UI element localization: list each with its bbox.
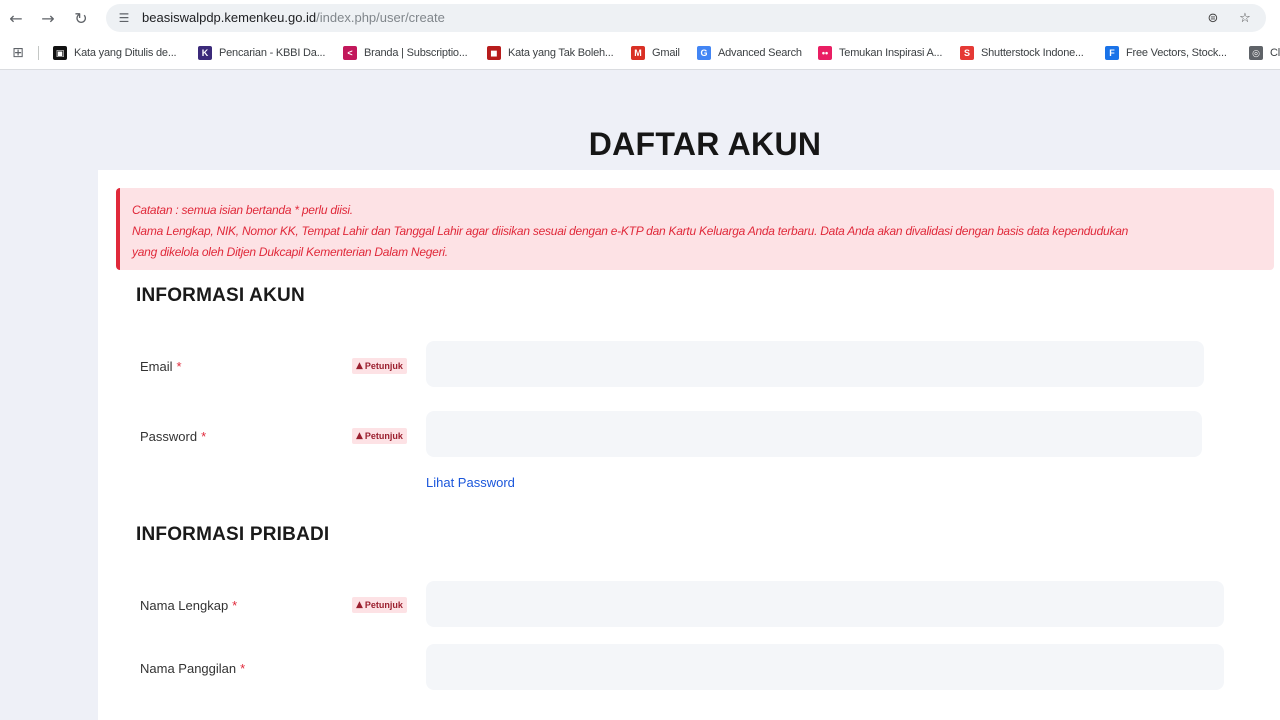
alert-line-2: Nama Lengkap, NIK, Nomor KK, Tempat Lahi… [132, 224, 1129, 238]
bookmark-item[interactable]: S Shutterstock Indone... [960, 45, 1084, 61]
bookmark-label: Kata yang Tak Boleh... [508, 47, 614, 59]
hint-label: Petunjuk [364, 600, 403, 610]
bookmark-favicon-icon: ◼ [487, 46, 501, 60]
show-password-link[interactable]: Lihat Password [426, 475, 515, 490]
bookmark-item[interactable]: ◎ Cl [1249, 45, 1280, 61]
hint-label: Petunjuk [364, 361, 403, 371]
bookmarks-divider [38, 46, 39, 60]
browser-toolbar: ← → ↻ ☰ beasiswalpdp.kemenkeu.go.id/inde… [0, 0, 1280, 36]
site-settings-icon[interactable]: ☰ [116, 10, 132, 26]
required-mark: * [240, 661, 246, 676]
full-name-hint-badge[interactable]: ▲ Petunjuk [352, 597, 407, 613]
bookmark-item[interactable]: K Pencarian - KBBI Da... [198, 45, 325, 61]
bookmark-favicon-icon: G [697, 46, 711, 60]
bookmark-favicon-icon: F [1105, 46, 1119, 60]
section-title-account: INFORMASI AKUN [136, 285, 305, 306]
bookmark-label: Shutterstock Indone... [981, 47, 1084, 59]
bookmark-label: Temukan Inspirasi A... [839, 47, 943, 59]
bookmark-item[interactable]: G Advanced Search [697, 45, 802, 61]
required-mark: * [201, 429, 207, 444]
bookmark-label: Free Vectors, Stock... [1126, 47, 1227, 59]
password-input[interactable] [426, 411, 1202, 457]
hint-label: Petunjuk [364, 431, 403, 441]
required-mark: * [232, 598, 238, 613]
bookmark-favicon-icon: K [198, 46, 212, 60]
bookmark-label: Cl [1270, 47, 1280, 59]
full-name-label: Nama Lengkap * [140, 598, 237, 613]
bookmark-label: Pencarian - KBBI Da... [219, 47, 326, 59]
password-hint-badge[interactable]: ▲ Petunjuk [352, 428, 407, 444]
reload-icon[interactable]: ↻ [71, 8, 91, 28]
bookmark-label: Kata yang Ditulis de... [74, 47, 177, 59]
alert-line-1: Catatan : semua isian bertanda * perlu d… [132, 203, 353, 217]
bookmark-favicon-icon: ◎ [1249, 46, 1263, 60]
nickname-label-text: Nama Panggilan [140, 661, 237, 676]
bookmark-favicon-icon: ▣ [53, 46, 67, 60]
back-arrow-icon[interactable]: ← [6, 8, 26, 28]
url-host: beasiswalpdp.kemenkeu.go.id [142, 10, 317, 25]
required-mark: * [176, 359, 182, 374]
email-label: Email * [140, 359, 182, 374]
bookmark-favicon-icon: M [631, 46, 645, 60]
bookmark-item[interactable]: ◼ Kata yang Tak Boleh... [487, 45, 614, 61]
email-hint-badge[interactable]: ▲ Petunjuk [352, 358, 407, 374]
warning-icon: ▲ [356, 600, 363, 610]
notice-alert: Catatan : semua isian bertanda * perlu d… [116, 188, 1274, 270]
forward-arrow-icon[interactable]: → [38, 8, 58, 28]
page-title: DAFTAR AKUN [588, 126, 822, 162]
nickname-input[interactable] [426, 644, 1224, 690]
full-name-input[interactable] [426, 581, 1224, 627]
password-label-text: Password [140, 429, 198, 444]
password-label: Password * [140, 429, 206, 444]
bookmark-label: Advanced Search [718, 47, 802, 59]
url-text[interactable]: beasiswalpdp.kemenkeu.go.id/index.php/us… [142, 10, 445, 25]
bookmark-item[interactable]: M Gmail [631, 45, 680, 61]
alert-line-3: yang dikelola oleh Ditjen Dukcapil Kemen… [132, 245, 448, 259]
apps-grid-icon[interactable]: ⊞ [10, 45, 26, 61]
warning-icon: ▲ [356, 431, 363, 441]
email-input[interactable] [426, 341, 1204, 387]
translate-icon[interactable]: ⊜ [1204, 9, 1222, 27]
address-bar[interactable]: ☰ beasiswalpdp.kemenkeu.go.id/index.php/… [106, 4, 1266, 32]
url-path: /index.php/user/create [316, 10, 445, 25]
warning-icon: ▲ [356, 361, 363, 371]
bookmark-item[interactable]: < Branda | Subscriptio... [343, 45, 468, 61]
section-title-personal: INFORMASI PRIBADI [136, 524, 330, 545]
bookmark-label: Gmail [652, 47, 680, 59]
bookmark-item[interactable]: F Free Vectors, Stock... [1105, 45, 1227, 61]
full-name-label-text: Nama Lengkap [140, 598, 229, 613]
bookmark-item[interactable]: ▣ Kata yang Ditulis de... [53, 45, 177, 61]
bookmark-star-icon[interactable]: ☆ [1236, 9, 1254, 27]
bookmark-favicon-icon: < [343, 46, 357, 60]
nickname-label: Nama Panggilan * [140, 661, 245, 676]
bookmark-favicon-icon: S [960, 46, 974, 60]
bookmarks-bar: ⊞ ▣ Kata yang Ditulis de... K Pencarian - K… [0, 36, 1280, 70]
email-label-text: Email [140, 359, 173, 374]
bookmark-label: Branda | Subscriptio... [364, 47, 468, 59]
bookmark-item[interactable]: •• Temukan Inspirasi A... [818, 45, 942, 61]
bookmark-favicon-icon: •• [818, 46, 832, 60]
